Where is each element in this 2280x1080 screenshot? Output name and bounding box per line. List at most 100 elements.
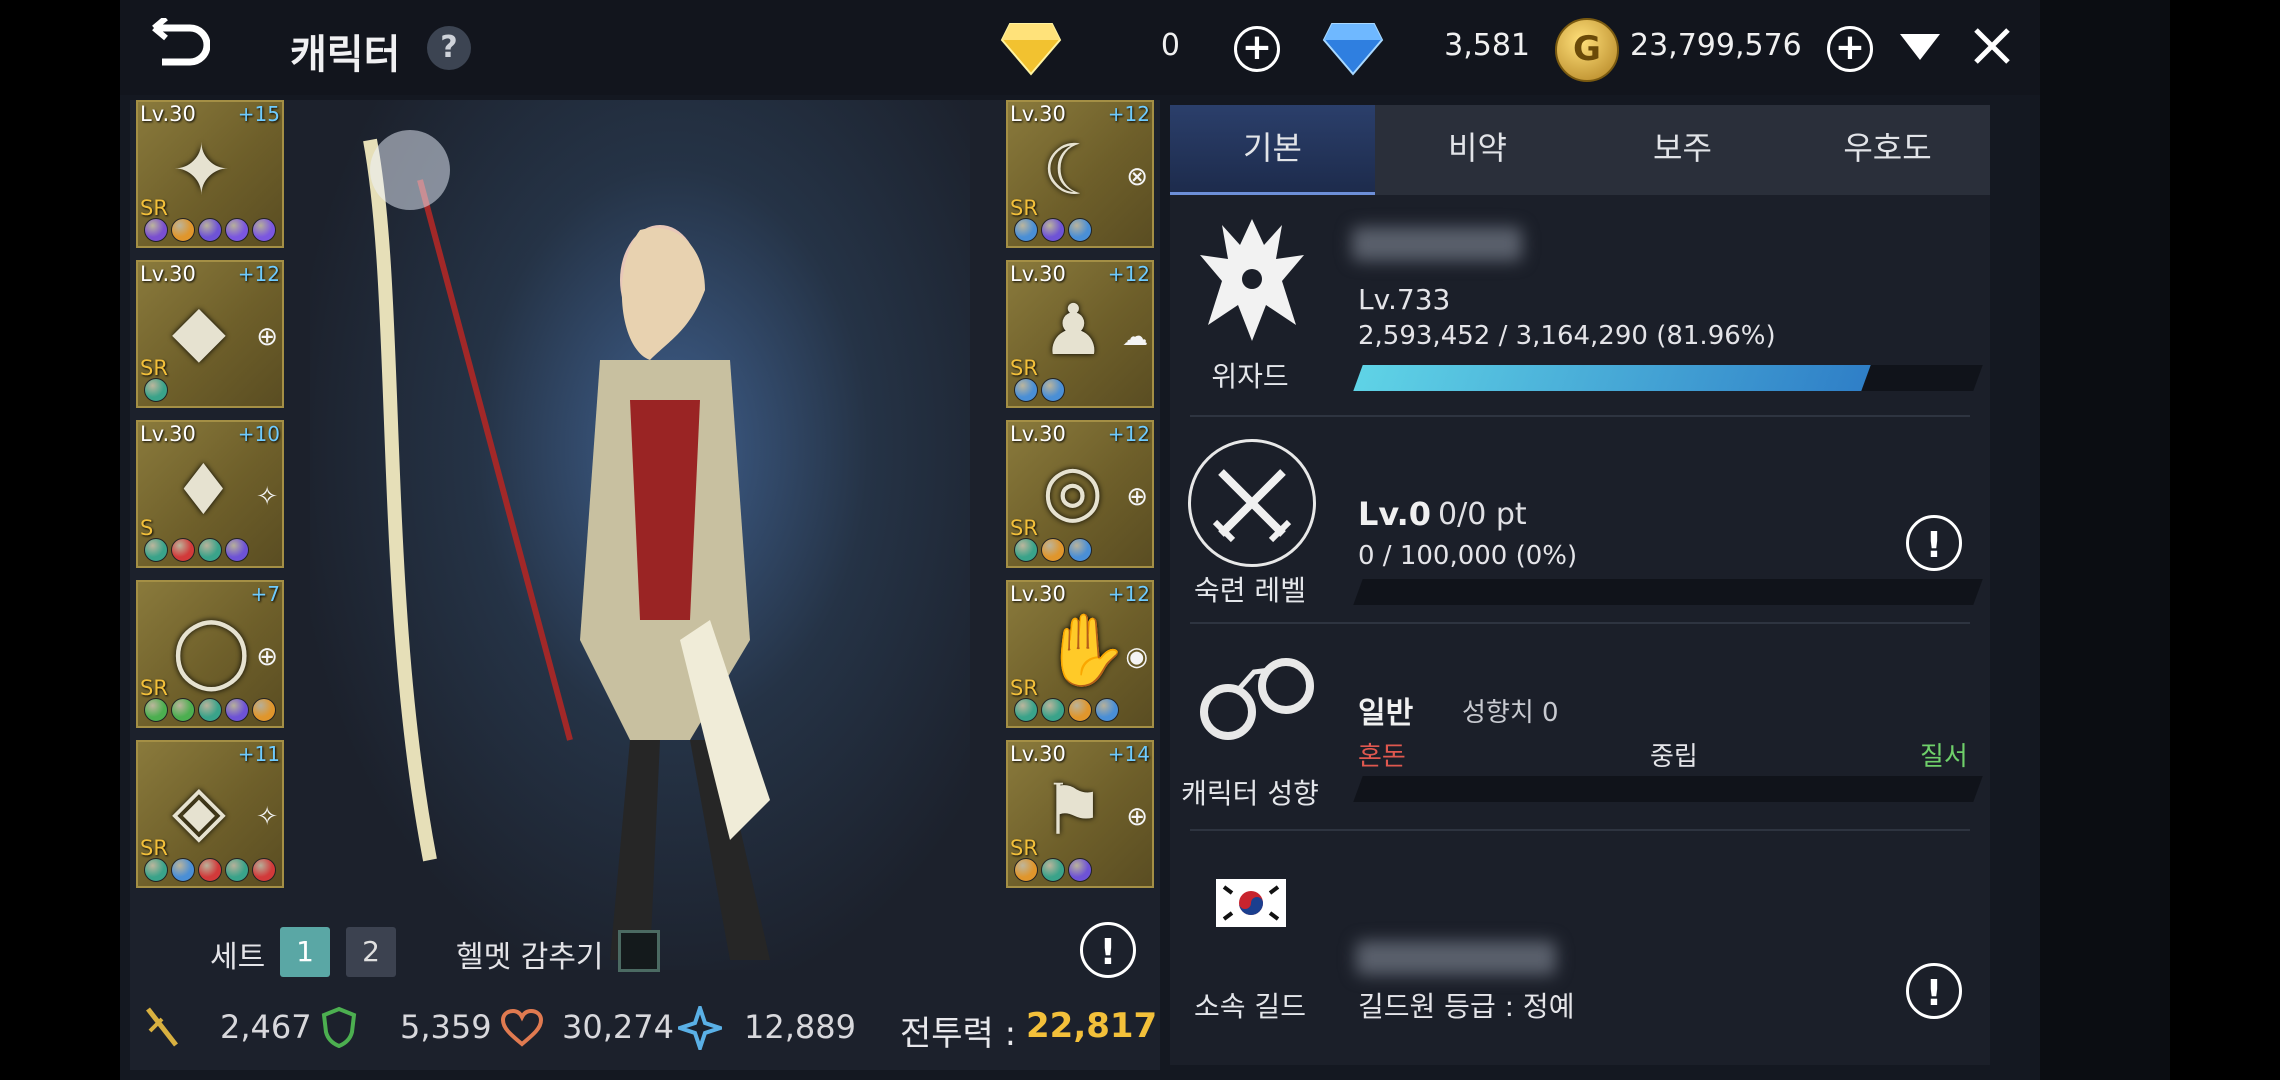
item-level: Lv.30 — [140, 422, 196, 446]
character-level: Lv.733 — [1358, 283, 1451, 316]
item-gems — [1014, 538, 1092, 562]
equip-right-slot[interactable]: Lv.30 +12 ♟ ☁ SR — [1006, 260, 1154, 408]
equip-left-slot[interactable]: +7 ◯ ⊕ SR — [136, 580, 284, 728]
gem-icon — [1014, 538, 1038, 562]
tab-basic[interactable]: 기본 — [1170, 105, 1375, 195]
item-enhance: +11 — [237, 742, 280, 766]
gem-icon — [1041, 698, 1065, 722]
gem-icon — [171, 538, 195, 562]
item-gems — [144, 538, 249, 562]
yellow-gem-icon — [1000, 20, 1062, 80]
equipment-info-button[interactable]: ! — [1080, 922, 1136, 978]
gem-icon — [1014, 218, 1038, 242]
item-icon: ♟ — [1042, 289, 1105, 371]
yellow-gem-count: 0 — [1160, 28, 1180, 63]
crossed-swords-icon — [1188, 439, 1316, 567]
item-grade: SR — [1010, 516, 1038, 540]
equip-left-slot[interactable]: Lv.30 +12 ◆ ⊕ SR — [136, 260, 284, 408]
blue-gem-icon — [1322, 20, 1384, 80]
equip-right-slot[interactable]: Lv.30 +14 ⚑ ⊕ SR — [1006, 740, 1154, 888]
guild-section: 소속 길드 길드원 등급 : 정예 ! — [1170, 831, 1990, 1065]
item-grade: SR — [140, 196, 168, 220]
chaos-label: 혼돈 — [1358, 742, 1406, 772]
gold-coin-icon: G — [1555, 18, 1619, 82]
item-grade: S — [140, 516, 154, 540]
dropdown-triangle-icon[interactable] — [1898, 32, 1942, 66]
gem-icon — [1068, 218, 1092, 242]
item-enhance: +12 — [1107, 582, 1150, 606]
tab-elixir[interactable]: 비약 — [1375, 105, 1580, 195]
set-2-button[interactable]: 2 — [346, 927, 396, 977]
guild-info-button[interactable]: ! — [1906, 963, 1962, 1019]
gem-icon — [1014, 378, 1038, 402]
item-icon: ◆ — [172, 289, 226, 371]
close-icon[interactable] — [1972, 26, 2012, 70]
equip-left-slot[interactable]: +11 ◈ ✧ SR — [136, 740, 284, 888]
mastery-progress-bar — [1353, 579, 1983, 605]
neutral-label: 중립 — [1650, 742, 1698, 772]
exp-progress-fill — [1353, 365, 1871, 391]
gem-icon — [1068, 698, 1092, 722]
gem-icon — [1014, 698, 1038, 722]
equip-right-slot[interactable]: Lv.30 +12 ✋ ◉ SR — [1006, 580, 1154, 728]
help-button[interactable]: ? — [427, 26, 471, 70]
item-gems — [144, 858, 276, 882]
alignment-bar — [1353, 776, 1983, 802]
alignment-type: 일반 — [1358, 696, 1414, 731]
add-yellow-gem-button[interactable]: + — [1234, 26, 1280, 72]
gem-icon — [1041, 218, 1065, 242]
magic-icon — [673, 1001, 727, 1055]
gem-icon — [252, 858, 276, 882]
item-type-icon: ⊗ — [1126, 162, 1148, 192]
gem-icon — [198, 218, 222, 242]
item-grade: SR — [140, 836, 168, 860]
item-enhance: +10 — [237, 422, 280, 446]
item-grade: SR — [140, 356, 168, 380]
add-gold-button[interactable]: + — [1827, 26, 1873, 72]
item-enhance: +15 — [237, 102, 280, 126]
back-icon[interactable] — [150, 15, 211, 74]
set-1-button[interactable]: 1 — [280, 927, 330, 977]
item-enhance: +7 — [250, 582, 280, 606]
gem-icon — [1068, 538, 1092, 562]
equip-right-slot[interactable]: Lv.30 +12 ◎ ⊕ SR — [1006, 420, 1154, 568]
heart-icon — [500, 1008, 544, 1052]
system-nav-bar — [2040, 0, 2170, 1080]
gem-icon — [144, 378, 168, 402]
item-gems — [1014, 378, 1065, 402]
item-enhance: +12 — [1107, 262, 1150, 286]
gold-count: 23,799,576 — [1630, 28, 1802, 63]
item-type-icon: ✧ — [256, 802, 278, 832]
mastery-progress-fill — [1353, 579, 1363, 605]
gem-icon — [198, 698, 222, 722]
item-type-icon: ☁ — [1122, 322, 1148, 352]
character-info-panel: 기본 비약 보주 우호도 위자드 Lv.733 2,593,452 / 3,16… — [1170, 105, 1990, 1065]
item-gems — [144, 378, 168, 402]
item-icon: ☾ — [1042, 129, 1105, 211]
item-grade: SR — [1010, 676, 1038, 700]
gem-icon — [144, 538, 168, 562]
item-type-icon: ⊕ — [256, 322, 278, 352]
character-exp: 2,593,452 / 3,164,290 (81.96%) — [1358, 321, 1776, 351]
screen-edge — [2170, 0, 2280, 1080]
equip-right-slot[interactable]: Lv.30 +12 ☾ ⊗ SR — [1006, 100, 1154, 248]
item-icon: ✋ — [1042, 609, 1130, 691]
equip-left-slot[interactable]: Lv.30 +10 ♦ ✧ S — [136, 420, 284, 568]
wizard-class-icon — [1192, 215, 1312, 349]
alignment-section: 캐릭터 성향 일반 성향치 0 혼돈 중립 질서 — [1170, 624, 1990, 829]
helmet-hide-checkbox[interactable] — [618, 930, 660, 972]
tab-affinity[interactable]: 우호도 — [1785, 105, 1990, 195]
mastery-level: Lv.0 — [1358, 495, 1432, 533]
gem-icon — [1068, 858, 1092, 882]
shield-icon — [320, 1006, 358, 1052]
mastery-section: 숙련 레벨 Lv.0 0/0 pt 0 / 100,000 (0%) ! — [1170, 417, 1990, 622]
equip-left-slot[interactable]: Lv.30 +15 ✦ SR — [136, 100, 284, 248]
gem-icon — [225, 218, 249, 242]
hp-value: 30,274 — [562, 1008, 674, 1046]
combat-power-value: 22,817 — [1026, 1006, 1158, 1046]
gem-icon — [144, 698, 168, 722]
item-gems — [1014, 218, 1092, 242]
tab-orb[interactable]: 보주 — [1580, 105, 1785, 195]
character-model[interactable] — [310, 100, 970, 970]
mastery-info-button[interactable]: ! — [1906, 515, 1962, 571]
